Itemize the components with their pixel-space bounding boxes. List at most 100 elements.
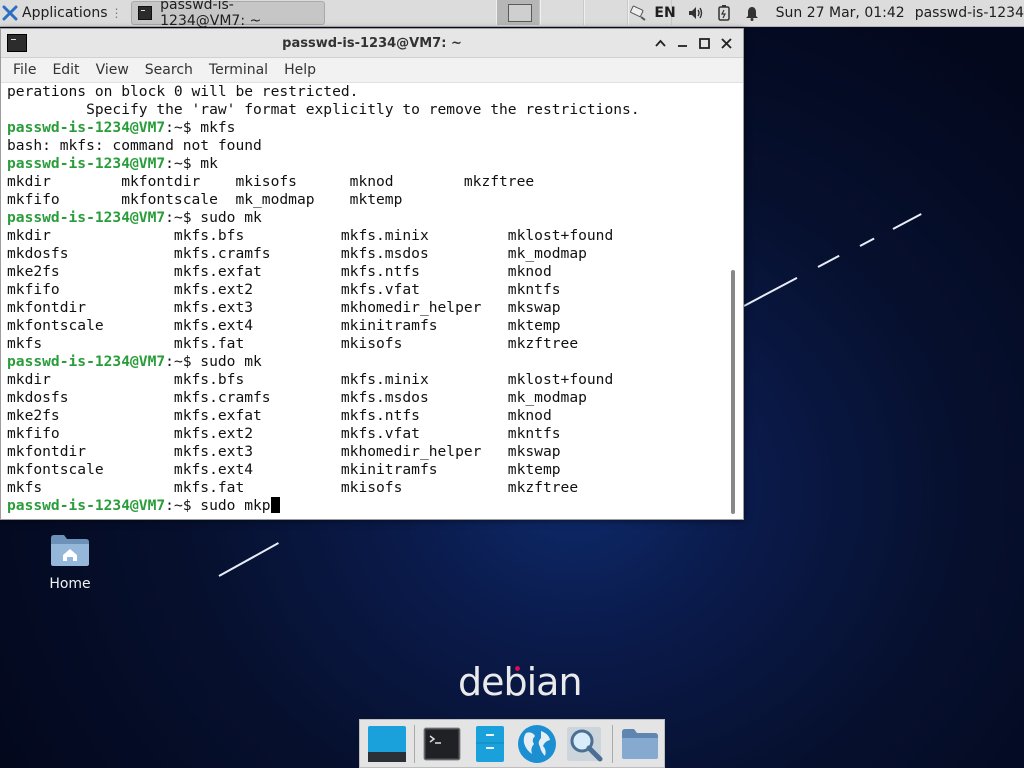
terminal-line: perations on block 0 will be restricted. (7, 83, 359, 100)
applications-label: Applications (22, 5, 108, 21)
prompt-user-host: passwd-is-1234@VM7 (7, 155, 166, 172)
command-text: sudo mkp (191, 497, 271, 514)
terminal-line: mkdosfs mkfs.cramfs mkfs.msdos mk_modmap (7, 245, 587, 262)
terminal-line: mkfifo mkfs.ext2 mkfs.vfat mkntfs (7, 281, 561, 298)
terminal-icon (7, 34, 27, 52)
system-tray: EN Sun 27 Mar, 01:42 passwd-is-1234 (624, 0, 1024, 26)
prompt-path: :~$ (165, 353, 192, 370)
home-folder-icon (49, 532, 91, 568)
panel-separator: ⋮ (110, 6, 123, 20)
workspace-window-thumbnail (508, 4, 532, 22)
shade-button[interactable] (649, 32, 671, 54)
top-panel: Applications ⋮ passwd-is-1234@VM7: ~ EN … (0, 0, 1024, 29)
terminal-line: mke2fs mkfs.exfat mkfs.ntfs mknod (7, 263, 552, 280)
prompt-path: :~$ (165, 155, 192, 172)
dock-separator (612, 724, 614, 763)
text-cursor (270, 497, 280, 513)
keyboard-layout-indicator[interactable]: EN (654, 5, 675, 21)
dock-terminal-button[interactable] (420, 722, 464, 766)
terminal-line: mkfontdir mkfs.ext3 mkhomedir_helper mks… (7, 299, 561, 316)
menu-file[interactable]: File (5, 62, 44, 78)
terminal-line: mkfifo mkfontscale mk_modmap mktemp (7, 191, 403, 208)
show-desktop-icon (367, 725, 406, 762)
wallpaper-streak (743, 276, 798, 307)
wallpaper-streak (218, 542, 279, 577)
prompt-path: :~$ (165, 209, 192, 226)
debian-logo-dot (515, 666, 520, 671)
debian-logo: debian (458, 660, 583, 704)
prompt-path: :~$ (165, 119, 192, 136)
menu-terminal[interactable]: Terminal (201, 62, 276, 78)
prompt-path: :~$ (165, 497, 192, 514)
xfce-logo-icon (2, 5, 18, 21)
maximize-button[interactable] (693, 32, 715, 54)
terminal-line: mkfontscale mkfs.ext4 mkinitramfs mktemp (7, 317, 561, 334)
terminal-scrollbar[interactable] (728, 84, 738, 517)
terminal-line: mkfs mkfs.fat mkisofs mkzftree (7, 335, 579, 352)
terminal-icon (137, 6, 153, 20)
terminal-line: passwd-is-1234@VM7:~$ mk (7, 155, 729, 173)
terminal-window: passwd-is-1234@VM7: ~ File Edit View Sea… (0, 28, 744, 520)
volume-icon[interactable] (686, 3, 706, 23)
terminal-line: mkfontdir mkfs.ext3 mkhomedir_helper mks… (7, 443, 561, 460)
show-desktop-button[interactable] (365, 722, 409, 766)
terminal-line: passwd-is-1234@VM7:~$ sudo mk (7, 353, 729, 371)
scrollbar-thumb[interactable] (731, 270, 735, 514)
menu-edit[interactable]: Edit (44, 62, 87, 78)
terminal-line: mkdir mkfontdir mkisofs mknod mkzftree (7, 173, 535, 190)
file-manager-icon (475, 725, 504, 762)
dock-web-browser-button[interactable] (515, 722, 559, 766)
workspace-1[interactable] (496, 0, 540, 25)
battery-icon[interactable] (714, 3, 734, 23)
terminal-icon (423, 727, 461, 760)
window-titlebar[interactable]: passwd-is-1234@VM7: ~ (1, 29, 743, 58)
prompt-user-host: passwd-is-1234@VM7 (7, 119, 166, 136)
terminal-line: mkdir mkfs.bfs mkfs.minix mklost+found (7, 371, 614, 388)
menu-search[interactable]: Search (137, 62, 201, 78)
user-menu[interactable]: passwd-is-1234 (915, 5, 1024, 21)
terminal-line: Specify the 'raw' format explicitly to r… (7, 101, 640, 118)
notification-bell-icon[interactable] (742, 3, 762, 23)
command-text: sudo mk (191, 209, 262, 226)
terminal-line: mkdosfs mkfs.cramfs mkfs.msdos mk_modmap (7, 389, 587, 406)
command-text: mkfs (191, 119, 236, 136)
close-button[interactable] (715, 32, 737, 54)
prompt-user-host: passwd-is-1234@VM7 (7, 497, 166, 514)
dock (359, 719, 665, 768)
dock-file-manager-button[interactable] (468, 722, 512, 766)
desktop-home-icon[interactable]: Home (38, 532, 102, 592)
terminal-line: mkfifo mkfs.ext2 mkfs.vfat mkntfs (7, 425, 561, 442)
taskbar-terminal-label: passwd-is-1234@VM7: ~ (160, 0, 262, 29)
dock-app-finder-button[interactable] (563, 722, 607, 766)
wallpaper-streak (859, 237, 875, 247)
workspace-2[interactable] (540, 0, 584, 25)
globe-icon (518, 724, 557, 763)
prompt-user-host: passwd-is-1234@VM7 (7, 209, 166, 226)
terminal-line: bash: mkfs: command not found (7, 137, 262, 154)
desktop-home-label: Home (49, 576, 91, 592)
network-icon[interactable] (628, 3, 648, 23)
command-text: mk (191, 155, 218, 172)
terminal-line: mkfontscale mkfs.ext4 mkinitramfs mktemp (7, 461, 561, 478)
menu-bar: File Edit View Search Terminal Help (1, 58, 743, 83)
terminal-line: mke2fs mkfs.exfat mkfs.ntfs mknod (7, 407, 552, 424)
menu-view[interactable]: View (88, 62, 137, 78)
dock-separator (413, 724, 415, 763)
terminal-line: mkdir mkfs.bfs mkfs.minix mklost+found (7, 227, 614, 244)
terminal-line: passwd-is-1234@VM7:~$ mkfs (7, 119, 729, 137)
minimize-button[interactable] (671, 32, 693, 54)
terminal-line: mkfs mkfs.fat mkisofs mkzftree (7, 479, 579, 496)
menu-help[interactable]: Help (276, 62, 324, 78)
terminal-line: passwd-is-1234@VM7:~$ sudo mkp (7, 497, 729, 515)
wallpaper-streak (892, 213, 922, 230)
search-icon (567, 726, 603, 761)
taskbar-terminal-button[interactable]: passwd-is-1234@VM7: ~ (130, 0, 325, 29)
applications-menu[interactable]: Applications ⋮ (0, 0, 127, 26)
dock-home-folder-button[interactable] (618, 722, 662, 766)
clock[interactable]: Sun 27 Mar, 01:42 (776, 5, 905, 21)
terminal-line: passwd-is-1234@VM7:~$ sudo mk (7, 209, 729, 227)
wallpaper-streak (817, 254, 840, 268)
terminal-output[interactable]: perations on block 0 will be restricted.… (1, 83, 729, 518)
workspace-3[interactable] (584, 0, 628, 25)
window-title: passwd-is-1234@VM7: ~ (282, 35, 462, 51)
